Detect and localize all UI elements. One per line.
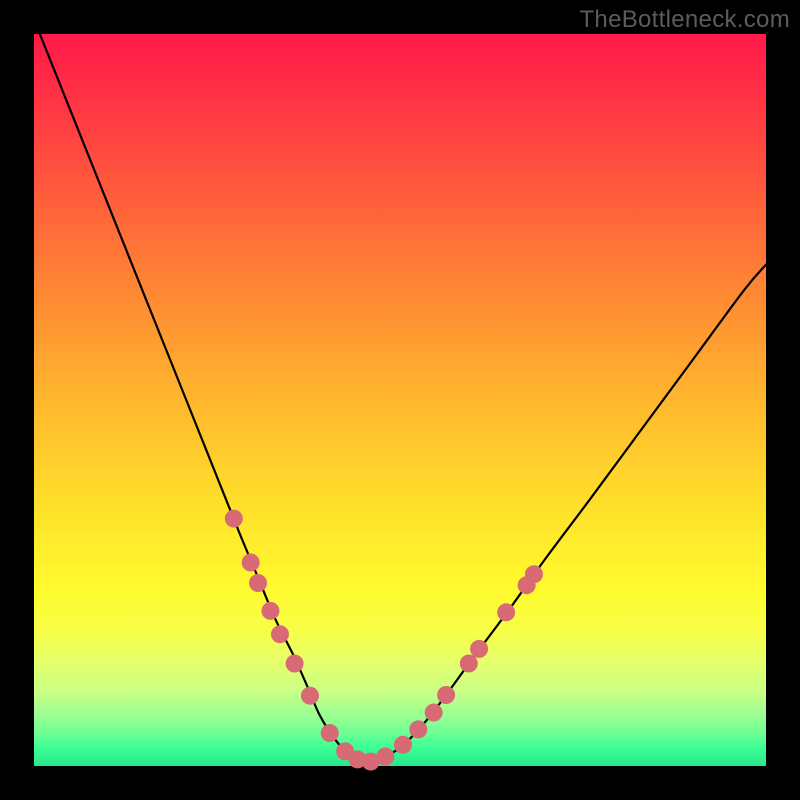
curve-markers (225, 510, 543, 771)
curve-marker (271, 625, 289, 643)
curve-marker (286, 655, 304, 673)
curve-marker (497, 603, 515, 621)
curve-marker (460, 655, 478, 673)
curve-marker (525, 565, 543, 583)
curve-marker (437, 686, 455, 704)
curve-marker (425, 704, 443, 722)
chart-svg (34, 34, 766, 766)
curve-marker (249, 574, 267, 592)
curve-marker (470, 640, 488, 658)
curve-marker (376, 747, 394, 765)
curve-marker (321, 724, 339, 742)
curve-marker (242, 554, 260, 572)
curve-marker (301, 687, 319, 705)
bottleneck-curve (34, 19, 766, 762)
curve-marker (225, 510, 243, 528)
attribution-text: TheBottleneck.com (579, 6, 790, 34)
curve-marker (261, 602, 279, 620)
curve-marker (409, 720, 427, 738)
curve-marker (394, 736, 412, 754)
chart-root: TheBottleneck.com (0, 0, 800, 800)
